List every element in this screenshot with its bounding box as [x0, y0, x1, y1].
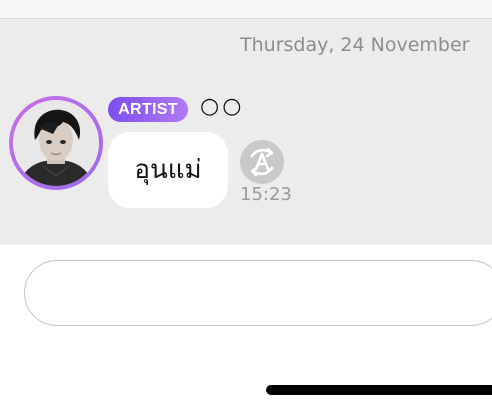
- artist-portrait-image: [13, 100, 99, 186]
- avatar[interactable]: [13, 100, 99, 186]
- artist-badge: ARTIST: [108, 97, 188, 122]
- top-bar: [0, 0, 492, 19]
- message-bubble[interactable]: อุนแม่: [108, 132, 228, 208]
- sender-name[interactable]: ○○: [200, 94, 244, 119]
- date-separator: Thursday, 24 November: [240, 34, 470, 56]
- translate-button[interactable]: [240, 140, 284, 184]
- message-input[interactable]: [24, 260, 492, 326]
- message-text: อุนแม่: [134, 155, 202, 185]
- avatar-ring[interactable]: [9, 96, 103, 190]
- home-indicator: [266, 385, 492, 395]
- translate-icon: [250, 147, 274, 177]
- message-time: 15:23: [240, 184, 292, 205]
